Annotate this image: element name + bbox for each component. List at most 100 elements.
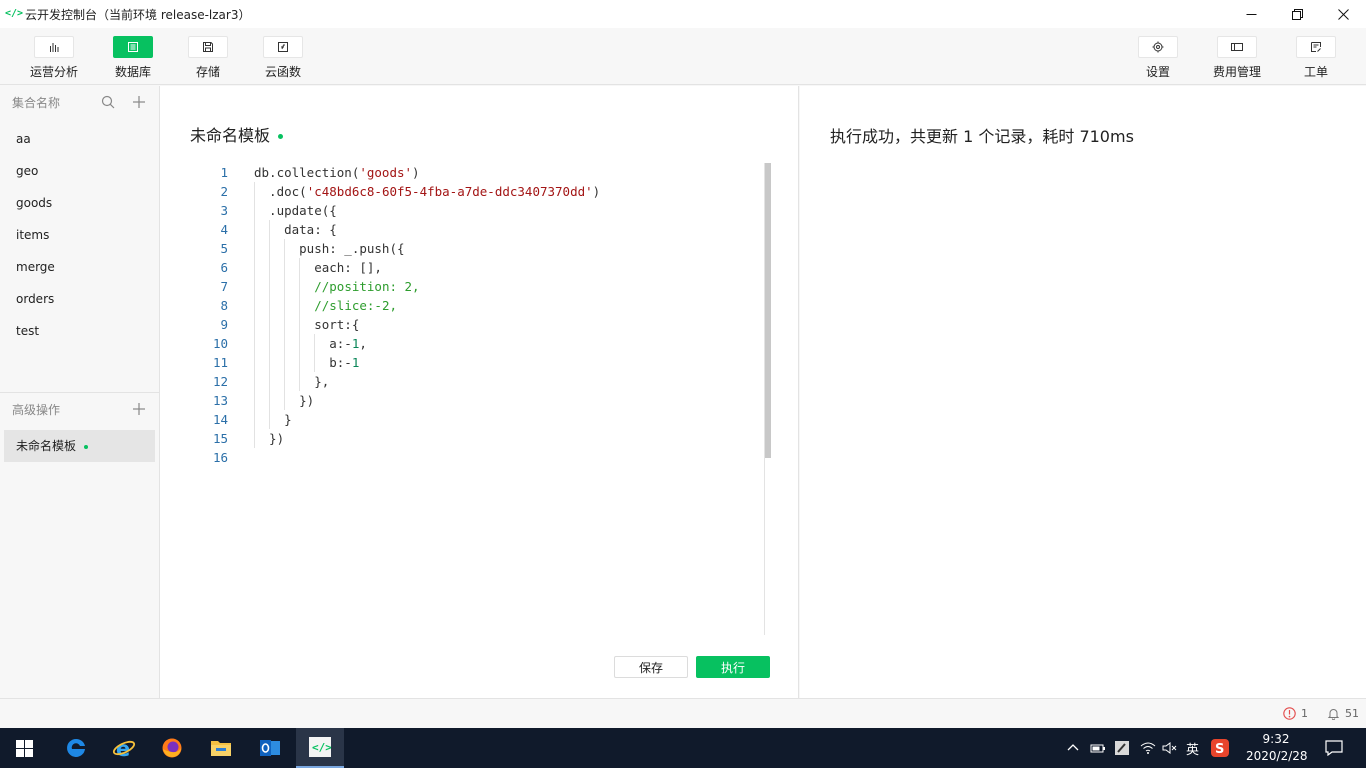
- collection-item[interactable]: test: [0, 315, 159, 347]
- code-text: sort:{: [254, 315, 360, 334]
- close-icon: [1337, 8, 1349, 20]
- app-logo-icon: </>: [5, 8, 24, 19]
- sogou-ime-icon[interactable]: S: [1211, 739, 1230, 757]
- code-text: }): [254, 429, 285, 448]
- toolbar-database-button[interactable]: 数据库: [103, 36, 163, 82]
- line-number: 12: [212, 374, 228, 389]
- taskbar-firefox[interactable]: [148, 728, 196, 768]
- collection-item[interactable]: items: [0, 219, 159, 251]
- close-button[interactable]: [1320, 0, 1366, 28]
- toolbar-cloud-function-button[interactable]: 云函数: [253, 36, 313, 82]
- toolbar-billing-button[interactable]: 费用管理: [1207, 36, 1267, 82]
- window-title: 云开发控制台（当前环境 release-lzar3）: [25, 7, 251, 22]
- line-number: 1: [220, 165, 228, 180]
- line-number: 8: [220, 298, 228, 313]
- toolbar-settings-button[interactable]: 设置: [1128, 36, 1188, 82]
- notification-indicator[interactable]: 51: [1327, 707, 1359, 720]
- toolbar-label: 设置: [1145, 65, 1170, 79]
- result-message: 执行成功，共更新 1 个记录，耗时 710ms: [830, 127, 1134, 146]
- code-text: },: [254, 372, 330, 391]
- collection-item[interactable]: orders: [0, 283, 159, 315]
- main-toolbar: 运营分析 数据库 存储 云函数 设置 费用管理 工单: [0, 28, 1366, 85]
- edge-icon: [67, 738, 85, 757]
- taskbar-devtools[interactable]: </>: [296, 728, 344, 768]
- template-item[interactable]: 未命名模板: [4, 430, 155, 462]
- unsaved-dot-icon: [84, 444, 89, 449]
- toolbar-label: 费用管理: [1212, 65, 1261, 79]
- taskbar-outlook[interactable]: [246, 728, 294, 768]
- restore-button[interactable]: [1274, 0, 1320, 28]
- firefox-icon: [162, 738, 182, 758]
- volume-muted-icon[interactable]: [1162, 741, 1178, 755]
- toolbar-ticket-button[interactable]: 工单: [1286, 36, 1346, 82]
- action-center-button[interactable]: [1310, 728, 1358, 768]
- bar-chart-icon: [50, 43, 59, 52]
- error-count: 1: [1301, 707, 1308, 720]
- code-text: data: {: [254, 220, 337, 239]
- search-icon[interactable]: [101, 95, 115, 109]
- taskbar-edge[interactable]: [52, 728, 100, 768]
- run-button[interactable]: 执行: [696, 656, 770, 678]
- minimize-icon: [1246, 13, 1256, 15]
- chevron-up-icon[interactable]: [1066, 741, 1080, 755]
- toolbar-analytics-button[interactable]: 运营分析: [24, 36, 84, 82]
- code-line: 8 //slice:-2,: [200, 296, 765, 315]
- code-line: 5 push: _.push({: [200, 239, 765, 258]
- collection-sidebar: 集合名称 aa geo goods items merge orders tes…: [0, 86, 160, 698]
- code-line: 12 },: [200, 372, 765, 391]
- editor-scrollbar[interactable]: [764, 163, 771, 635]
- collection-item[interactable]: merge: [0, 251, 159, 283]
- notification-center-icon: [1325, 740, 1343, 756]
- status-bar: 1 51: [0, 698, 1366, 728]
- code-text: .update({: [254, 201, 337, 220]
- taskbar-clock[interactable]: 9:32 2020/2/28: [1246, 731, 1308, 765]
- error-indicator[interactable]: 1: [1283, 707, 1308, 720]
- svg-text:</>: </>: [312, 741, 331, 754]
- add-collection-icon[interactable]: [132, 95, 146, 109]
- pen-tray-icon[interactable]: [1114, 740, 1130, 756]
- collection-item[interactable]: geo: [0, 155, 159, 187]
- toolbar-billing-box: [1217, 36, 1257, 58]
- line-number: 3: [220, 203, 228, 218]
- code-line: 9 sort:{: [200, 315, 765, 334]
- outlook-icon: [260, 740, 280, 756]
- code-text: each: [],: [254, 258, 382, 277]
- windows-taskbar: e </> 英 S 9:32 2020/2/28: [0, 728, 1366, 768]
- code-text: .doc('c48bd6c8-60f5-4fba-a7de-ddc3407370…: [254, 182, 601, 201]
- code-line: 6 each: [],: [200, 258, 765, 277]
- code-editor[interactable]: 1 db.collection('goods') 2 .doc('c48bd6c8…: [200, 163, 765, 635]
- taskbar-ie[interactable]: e: [100, 728, 148, 768]
- save-button[interactable]: 保存: [614, 656, 688, 678]
- error-icon: [1283, 707, 1296, 720]
- title-bar: </> 云开发控制台（当前环境 release-lzar3）: [0, 0, 1366, 28]
- code-line: 10 a:-1,: [200, 334, 765, 353]
- wifi-icon[interactable]: [1140, 741, 1156, 755]
- editor-pane: 未命名模板 1 db.collection('goods') 2 .doc('c4…: [160, 86, 799, 698]
- collection-item[interactable]: goods: [0, 187, 159, 219]
- toolbar-storage-button[interactable]: 存储: [178, 36, 238, 82]
- billing-icon: [1231, 43, 1243, 51]
- code-text: push: _.push({: [254, 239, 405, 258]
- line-number: 16: [212, 450, 228, 465]
- toolbar-analytics-box: [34, 36, 74, 58]
- add-template-icon[interactable]: [132, 402, 146, 416]
- minimize-button[interactable]: [1228, 0, 1274, 28]
- battery-icon[interactable]: [1090, 741, 1106, 755]
- editor-scrollbar-thumb[interactable]: [765, 163, 771, 458]
- cloud-function-icon: [278, 42, 288, 52]
- ime-indicator[interactable]: 英: [1186, 739, 1199, 758]
- start-button[interactable]: [0, 728, 48, 768]
- code-line: 16: [200, 448, 765, 467]
- taskbar-explorer[interactable]: [197, 728, 245, 768]
- svg-text:S: S: [1215, 742, 1224, 757]
- devtools-icon: </>: [309, 737, 331, 757]
- clock-date: 2020/2/28: [1246, 749, 1308, 763]
- collection-list: aa geo goods items merge orders test: [0, 123, 159, 347]
- code-line: 11 b:-1: [200, 353, 765, 372]
- bell-icon: [1327, 709, 1340, 720]
- collection-item[interactable]: aa: [0, 123, 159, 155]
- code-line: 7 //position: 2,: [200, 277, 765, 296]
- svg-text:e: e: [116, 737, 130, 759]
- line-number: 14: [212, 412, 228, 427]
